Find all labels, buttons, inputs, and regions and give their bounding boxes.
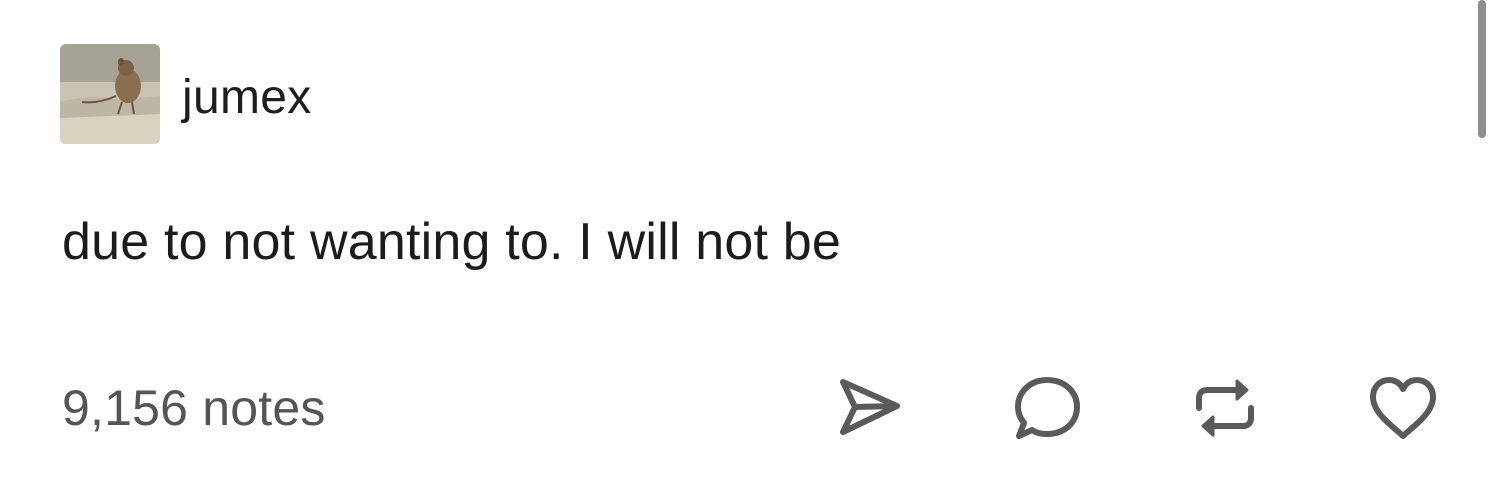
post-text: due to not wanting to. I will not be	[62, 213, 842, 271]
like-button[interactable]	[1362, 367, 1444, 449]
reblog-icon	[1196, 379, 1254, 437]
reply-button[interactable]	[1006, 367, 1088, 449]
notes-count[interactable]: 9,156 notes	[62, 379, 326, 437]
tumblr-post: jumex due to not wanting to. I will not …	[0, 0, 1500, 499]
share-button[interactable]	[828, 367, 910, 449]
post-header: jumex	[60, 44, 312, 144]
send-icon	[840, 379, 900, 435]
comment-icon	[1015, 377, 1080, 439]
heart-icon	[1370, 377, 1436, 439]
reblog-button[interactable]	[1184, 367, 1266, 449]
gerbil-photo-icon	[60, 44, 160, 144]
post-actions	[828, 367, 1444, 449]
scrollbar-thumb[interactable]	[1478, 0, 1486, 138]
post-footer: 9,156 notes	[62, 368, 1444, 448]
username[interactable]: jumex	[182, 70, 312, 125]
avatar[interactable]	[60, 44, 160, 144]
